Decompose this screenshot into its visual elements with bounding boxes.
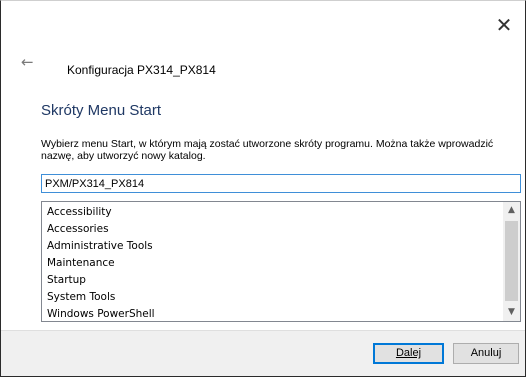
- window-title: Konfiguracja PX314_PX814: [67, 63, 216, 77]
- instructions-text: Wybierz menu Start, w którym mają zostać…: [41, 138, 494, 162]
- next-button-label: Dalej: [395, 347, 422, 359]
- folder-list-item[interactable]: Startup: [42, 272, 502, 289]
- page-heading: Skróty Menu Start: [41, 102, 162, 119]
- folder-list-item[interactable]: Accessibility: [42, 204, 502, 221]
- setup-wizard-window: ✕ ← Konfiguracja PX314_PX814 Skróty Menu…: [0, 0, 526, 377]
- folder-list-item[interactable]: Accessories: [42, 221, 502, 238]
- back-arrow-icon[interactable]: ←: [21, 53, 41, 73]
- folder-list-item[interactable]: System Tools: [42, 289, 502, 306]
- scrollbar-thumb[interactable]: [505, 221, 518, 301]
- button-footer: Dalej Anuluj: [1, 330, 525, 376]
- chevron-up-icon[interactable]: ▲: [503, 202, 520, 219]
- folder-list-item[interactable]: Maintenance: [42, 255, 502, 272]
- folder-list-item[interactable]: Administrative Tools: [42, 238, 502, 255]
- folder-list-item[interactable]: Windows PowerShell: [42, 306, 502, 323]
- chevron-down-icon[interactable]: ▼: [503, 304, 520, 321]
- next-button[interactable]: Dalej: [373, 343, 444, 364]
- start-menu-folder-list[interactable]: Accessibility Accessories Administrative T…: [41, 201, 521, 322]
- folder-list-scrollbar[interactable]: ▲ ▼: [503, 202, 520, 321]
- close-icon[interactable]: ✕: [489, 15, 519, 37]
- folder-name-input[interactable]: [41, 174, 521, 193]
- cancel-button[interactable]: Anuluj: [453, 343, 519, 364]
- folder-list-items: Accessibility Accessories Administrative T…: [42, 204, 502, 323]
